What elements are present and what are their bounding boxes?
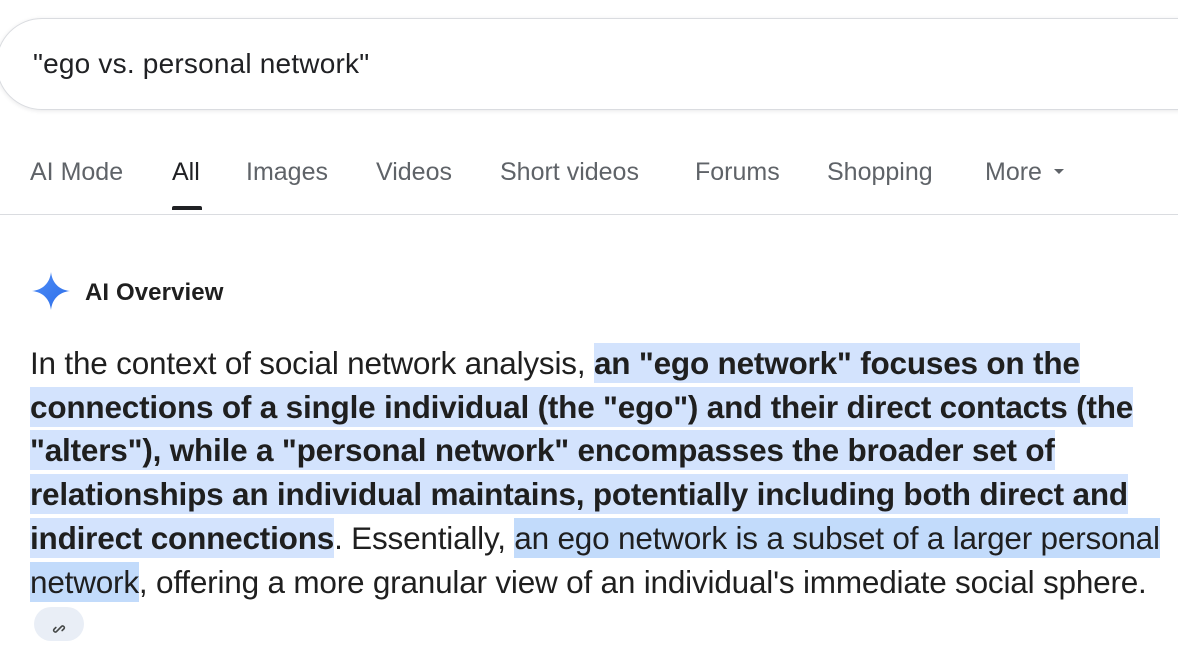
tab-ai-mode[interactable]: AI Mode xyxy=(30,158,123,187)
tab-short-videos[interactable]: Short videos xyxy=(500,158,639,187)
tab-more-label: More xyxy=(985,158,1042,186)
active-tab-indicator xyxy=(172,206,202,210)
overview-middle: . Essentially, xyxy=(334,519,515,556)
search-box[interactable]: "ego vs. personal network" xyxy=(0,18,1178,110)
tab-more[interactable]: More xyxy=(985,158,1064,187)
tab-all[interactable]: All xyxy=(172,158,200,187)
overview-intro: In the context of social network analysi… xyxy=(30,345,594,381)
tab-shopping[interactable]: Shopping xyxy=(827,158,933,187)
caret-down-icon xyxy=(1053,168,1064,174)
ai-overview-text: In the context of social network analysi… xyxy=(30,342,1170,648)
tab-forums[interactable]: Forums xyxy=(695,158,780,187)
tab-images[interactable]: Images xyxy=(246,158,328,187)
ai-overview-header: AI Overview xyxy=(30,270,224,317)
search-input[interactable]: "ego vs. personal network" xyxy=(33,48,369,80)
overview-ending: , offering a more granular view of an in… xyxy=(138,563,1147,600)
tab-videos[interactable]: Videos xyxy=(376,158,452,187)
source-link-button[interactable] xyxy=(34,606,84,641)
search-tabs: AI Mode All Images Videos Short videos F… xyxy=(0,150,1178,215)
ai-overview-title: AI Overview xyxy=(85,279,224,306)
link-icon xyxy=(49,610,69,646)
sparkle-icon xyxy=(30,270,72,317)
